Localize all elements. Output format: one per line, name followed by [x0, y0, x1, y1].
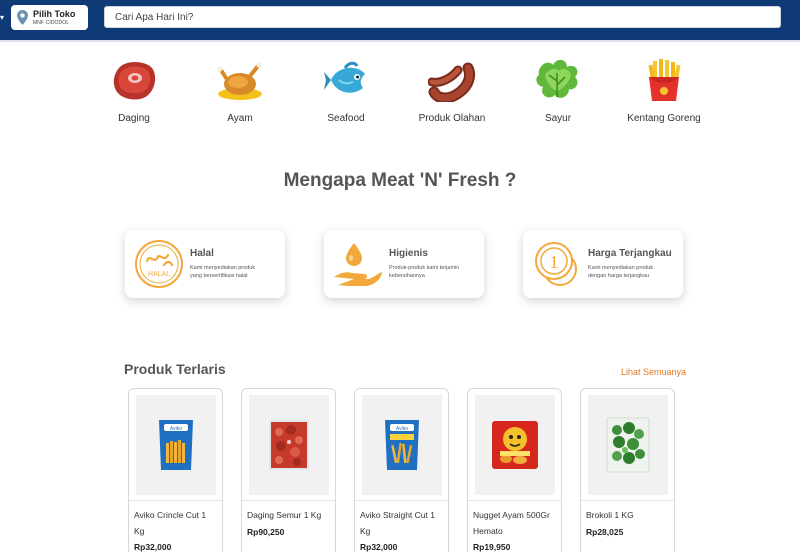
roast-chicken-icon [215, 55, 265, 105]
fish-icon [321, 55, 371, 105]
product-card[interactable]: Brokoli 1 KG Rp28,025 [580, 388, 675, 552]
product-name: Nugget Ayam 500Gr Hemato [473, 510, 550, 536]
beef-stew-pack-icon [268, 419, 309, 470]
category-kentang-goreng[interactable]: Kentang Goreng [611, 55, 717, 130]
category-label: Ayam [227, 113, 253, 124]
side-menu-caret-icon[interactable]: ▾ [0, 14, 6, 22]
category-sayur[interactable]: Sayur [505, 55, 611, 130]
category-label: Seafood [327, 113, 365, 124]
product-list: Aviko Aviko Crincle Cut 1 Kg Rp32,000 Da… [128, 388, 693, 552]
feature-card-harga: 1 Harga Terjangkau Kami menyediakan prod… [523, 230, 683, 298]
product-name: Brokoli 1 KG [586, 510, 634, 520]
lettuce-icon [533, 55, 583, 105]
meat-steak-icon [109, 55, 159, 105]
category-label: Kentang Goreng [627, 113, 701, 124]
why-section-title: Mengapa Meat 'N' Fresh ? [283, 170, 517, 191]
location-pin-icon [16, 10, 29, 26]
svg-text:Aviko: Aviko [169, 426, 181, 432]
product-name: Aviko Straight Cut 1 Kg [360, 510, 435, 536]
best-seller-title: Produk Terlaris [124, 361, 226, 377]
product-card[interactable]: Aviko Aviko Crincle Cut 1 Kg Rp32,000 [128, 388, 223, 552]
feature-title: Higienis [389, 247, 428, 259]
category-ayam[interactable]: Ayam [187, 55, 293, 130]
feature-description: Kami menyediakan produk yang bersertifik… [190, 264, 256, 279]
category-produk-olahan[interactable]: Produk Olahan [399, 55, 505, 130]
search-input[interactable] [104, 6, 781, 28]
product-name: Daging Semur 1 Kg [247, 510, 322, 520]
product-name: Aviko Crincle Cut 1 Kg [134, 510, 207, 536]
french-fries-icon [639, 55, 689, 105]
store-selector-button[interactable]: Pilih Toko MNF CIDODOL [11, 5, 88, 30]
product-image: Aviko [129, 389, 222, 501]
product-image: Aviko [355, 389, 448, 501]
category-row: Daging Ayam Seafood Produk Olahan Sayur … [81, 55, 717, 130]
hand-drop-icon [332, 238, 384, 290]
top-header: ▾ Pilih Toko MNF CIDODOL [0, 0, 800, 40]
feature-card-halal: HALAL Halal Kami menyediakan produk yang… [125, 230, 285, 298]
feature-description: Produk-produk kami terjamin kebersihanny… [389, 264, 460, 279]
product-image [242, 389, 335, 501]
product-card[interactable]: Daging Semur 1 Kg Rp90,250 [241, 388, 336, 552]
coins-icon: 1 [531, 238, 583, 290]
svg-text:HALAL: HALAL [148, 271, 170, 278]
header-divider [0, 40, 800, 42]
broccoli-pack-icon [606, 417, 649, 472]
product-image [468, 389, 561, 501]
feature-card-higienis: Higienis Produk-produk kami terjamin keb… [324, 230, 484, 298]
feature-title: Harga Terjangkau [588, 247, 672, 259]
feature-description: Kami menyediakan produk dengan harga ter… [588, 264, 654, 279]
product-price: Rp19,950 [473, 542, 511, 552]
sausage-icon [427, 55, 477, 105]
category-label: Produk Olahan [418, 113, 486, 124]
product-image [581, 389, 674, 501]
category-label: Sayur [544, 113, 572, 124]
product-price: Rp90,250 [247, 526, 285, 537]
aviko-crinkle-pack-icon: Aviko [158, 419, 193, 470]
see-all-link[interactable]: Lihat Semuanya [621, 367, 686, 377]
feature-title: Halal [190, 247, 214, 259]
product-price: Rp32,000 [134, 542, 172, 552]
category-seafood[interactable]: Seafood [293, 55, 399, 130]
aviko-straight-pack-icon: Aviko [384, 419, 419, 470]
store-selector-title: Pilih Toko [33, 8, 76, 19]
product-price: Rp28,025 [586, 526, 624, 537]
halal-badge-icon: HALAL [133, 238, 185, 290]
product-card[interactable]: Nugget Ayam 500Gr Hemato Rp19,950 [467, 388, 562, 552]
svg-text:1: 1 [550, 252, 559, 272]
nugget-hemato-pack-icon [491, 420, 538, 469]
product-price: Rp32,000 [360, 542, 398, 552]
svg-text:Aviko: Aviko [395, 426, 407, 432]
store-selector-subtitle: MNF CIDODOL [33, 19, 70, 26]
category-daging[interactable]: Daging [81, 55, 187, 130]
category-label: Daging [118, 113, 150, 124]
product-card[interactable]: Aviko Aviko Straight Cut 1 Kg Rp32,000 [354, 388, 449, 552]
